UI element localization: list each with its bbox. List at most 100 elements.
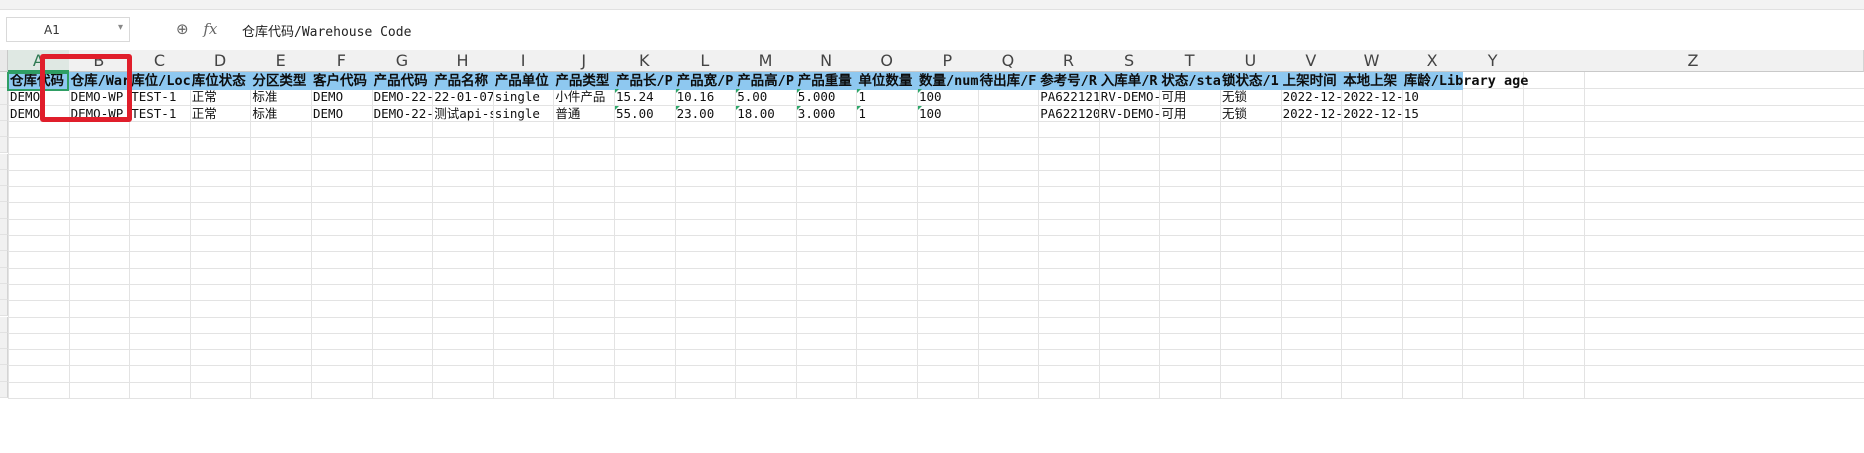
column-header-c[interactable]: C — [129, 50, 191, 72]
table-cell[interactable]: 小件产品 — [553, 88, 614, 106]
header-cell[interactable]: 库龄/Library age — [1401, 72, 1528, 90]
table-cell[interactable]: 正常 — [190, 105, 251, 123]
table-cell[interactable]: 可用 — [1159, 88, 1220, 106]
row-header[interactable] — [0, 267, 8, 284]
table-cell[interactable]: 5.000 — [796, 88, 857, 106]
table-cell[interactable]: 标准 — [250, 105, 311, 123]
table-cell[interactable]: 可用 — [1159, 105, 1220, 123]
column-header-n[interactable]: N — [795, 50, 858, 72]
table-cell[interactable]: 1 — [856, 88, 917, 106]
row-header[interactable] — [0, 202, 8, 219]
table-cell[interactable]: 测试api-s — [432, 105, 493, 123]
spreadsheet-grid[interactable]: A B C D E F G H I J K L M N O P Q R S T U V W X Y Z 仓库代码 仓库/War 库位/L… — [0, 50, 1864, 453]
table-cell[interactable]: 无锁 — [1220, 105, 1281, 123]
header-cell[interactable]: 产品宽/P — [674, 72, 737, 90]
column-header-q[interactable]: Q — [977, 50, 1040, 72]
row-header[interactable] — [0, 186, 8, 203]
table-cell[interactable]: DEMO-22-0 — [372, 88, 433, 106]
column-header-s[interactable]: S — [1098, 50, 1161, 72]
column-header-r[interactable]: R — [1038, 50, 1100, 72]
table-cell[interactable]: PA6221213 — [1038, 88, 1099, 106]
table-cell[interactable]: 15 — [1402, 105, 1463, 123]
column-header-t[interactable]: T — [1159, 50, 1221, 72]
row-header[interactable] — [0, 104, 8, 121]
row-header[interactable] — [0, 332, 8, 350]
select-all-corner[interactable] — [0, 50, 8, 72]
column-header-k[interactable]: K — [614, 50, 676, 72]
table-cell[interactable]: RV-DEMO-2 — [1099, 88, 1160, 106]
header-cell[interactable]: 状态/sta — [1159, 72, 1221, 90]
table-cell[interactable] — [978, 88, 1039, 106]
row-header[interactable] — [0, 381, 8, 398]
fx-icon[interactable]: fx — [203, 20, 217, 38]
header-cell[interactable]: 库位状态 — [189, 72, 252, 90]
column-header-z[interactable]: Z — [1523, 50, 1864, 72]
table-cell[interactable]: 10.16 — [675, 88, 736, 106]
column-header-w[interactable]: W — [1341, 50, 1403, 72]
header-cell[interactable]: 产品类型 — [553, 72, 615, 90]
column-header-j[interactable]: J — [553, 50, 615, 72]
table-cell[interactable]: 无锁 — [1220, 88, 1281, 106]
row-header[interactable] — [0, 120, 8, 138]
formula-input[interactable]: 仓库代码/Warehouse Code — [242, 21, 411, 40]
table-cell[interactable]: PA6221208 — [1038, 105, 1099, 123]
chevron-down-icon[interactable]: ▾ — [118, 22, 123, 33]
column-header-e[interactable]: E — [250, 50, 312, 72]
header-cell[interactable]: 产品名称 — [432, 72, 494, 90]
row-header[interactable] — [0, 169, 8, 187]
name-box[interactable]: A1 ▾ — [6, 17, 130, 42]
table-cell[interactable]: single — [493, 88, 554, 106]
table-cell[interactable]: 2022-12-0 — [1281, 105, 1342, 123]
header-cell[interactable]: 分区类型 — [250, 72, 312, 90]
table-cell[interactable]: 1 — [856, 105, 917, 123]
row-header[interactable] — [0, 365, 8, 382]
row-header[interactable] — [0, 218, 8, 235]
header-cell[interactable]: 产品单位 — [492, 72, 555, 90]
table-cell[interactable]: 5.00 — [735, 88, 796, 106]
row-header[interactable] — [0, 316, 8, 333]
header-cell[interactable]: 待出库/F — [977, 72, 1040, 90]
column-header-d[interactable]: D — [189, 50, 252, 72]
header-cell[interactable]: 锁状态/1 — [1220, 72, 1282, 90]
column-header-u[interactable]: U — [1220, 50, 1282, 72]
row-header[interactable] — [0, 235, 8, 252]
header-cell[interactable]: 入库单/R — [1098, 72, 1161, 90]
column-header-m[interactable]: M — [735, 50, 797, 72]
column-header-g[interactable]: G — [371, 50, 434, 72]
table-cell[interactable]: RV-DEMO-2 — [1099, 105, 1160, 123]
table-cell[interactable] — [978, 105, 1039, 123]
table-cell[interactable]: 标准 — [250, 88, 311, 106]
column-header-f[interactable]: F — [311, 50, 373, 72]
table-cell[interactable]: TEST-1 — [129, 88, 190, 106]
column-header-i[interactable]: I — [492, 50, 555, 72]
header-cell[interactable]: 产品代码 — [371, 72, 434, 90]
column-header-h[interactable]: H — [432, 50, 494, 72]
header-cell[interactable]: 产品重量 — [795, 72, 858, 90]
table-cell[interactable]: DEMO — [311, 88, 372, 106]
header-cell[interactable]: 本地上架 — [1341, 72, 1403, 90]
table-cell[interactable]: DEMO — [311, 105, 372, 123]
column-header-o[interactable]: O — [856, 50, 918, 72]
table-cell[interactable]: 100 — [917, 88, 978, 106]
table-cell[interactable]: 22-01-07- — [432, 88, 493, 106]
header-cell[interactable]: 产品高/P — [735, 72, 797, 90]
table-cell[interactable]: 2022-12-1 — [1281, 88, 1342, 106]
header-cell[interactable]: 上架时间 — [1280, 72, 1343, 90]
table-cell[interactable]: TEST-1 — [129, 105, 190, 123]
header-cell[interactable]: 产品长/P — [614, 72, 676, 90]
table-cell[interactable]: 55.00 — [614, 105, 675, 123]
table-cell[interactable]: 2022-12-0 — [1341, 105, 1402, 123]
header-cell[interactable]: 数量/num — [917, 72, 979, 90]
table-cell[interactable]: 15.24 — [614, 88, 675, 106]
table-cell[interactable]: 18.00 — [735, 105, 796, 123]
column-header-y[interactable]: Y — [1462, 50, 1524, 72]
table-cell[interactable]: DEMO-22-1 — [372, 105, 433, 123]
row-header[interactable] — [0, 153, 8, 170]
column-header-l[interactable]: L — [674, 50, 737, 72]
row-header[interactable] — [0, 137, 8, 154]
header-cell[interactable]: 参考号/R — [1038, 72, 1100, 90]
table-cell[interactable]: 3.000 — [796, 105, 857, 123]
column-header-x[interactable]: X — [1401, 50, 1464, 72]
row-header[interactable] — [0, 349, 8, 366]
table-cell[interactable]: 23.00 — [675, 105, 736, 123]
